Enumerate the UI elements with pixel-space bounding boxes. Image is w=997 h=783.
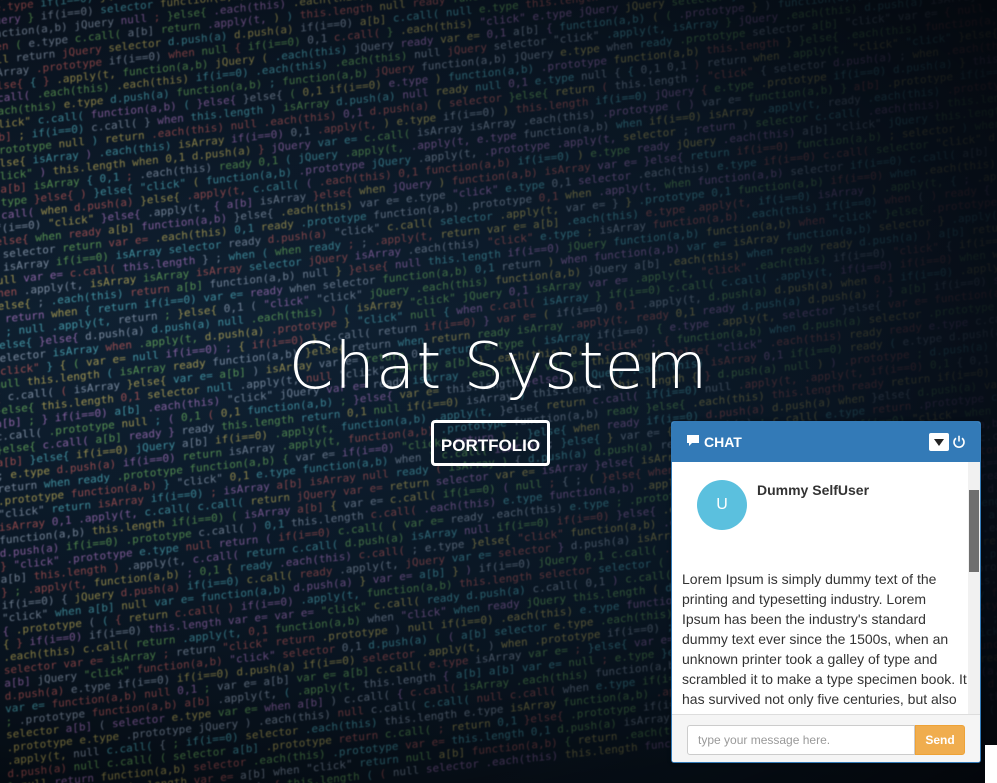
chat-header: CHAT xyxy=(672,422,980,462)
chat-messages[interactable]: U Dummy SelfUser Lorem Ipsum is simply d… xyxy=(672,462,980,714)
chat-widget: CHAT U Dummy SelfUser Lorem Ipsum is sim… xyxy=(671,421,981,763)
comment-icon xyxy=(686,434,700,450)
chat-scrollbar[interactable] xyxy=(968,462,980,714)
chat-header-controls xyxy=(929,433,966,451)
page-title: Chat System xyxy=(288,330,709,404)
message-text: Lorem Ipsum is simply dummy text of the … xyxy=(682,571,967,714)
minimize-chat-button[interactable] xyxy=(929,433,949,451)
avatar: U xyxy=(697,480,747,530)
send-button[interactable]: Send xyxy=(915,725,965,755)
scrollbar-thumb[interactable] xyxy=(969,490,979,572)
chat-footer: Send xyxy=(672,714,980,762)
portfolio-button[interactable]: PORTFOLIO xyxy=(431,420,550,466)
chevron-down-icon xyxy=(934,438,944,446)
page-edge xyxy=(985,745,997,783)
chat-title: CHAT xyxy=(704,434,742,450)
power-icon[interactable] xyxy=(952,435,966,449)
message-input[interactable] xyxy=(687,725,915,755)
message-item: U Dummy SelfUser Lorem Ipsum is simply d… xyxy=(672,462,968,714)
message-sender: Dummy SelfUser xyxy=(757,482,870,498)
